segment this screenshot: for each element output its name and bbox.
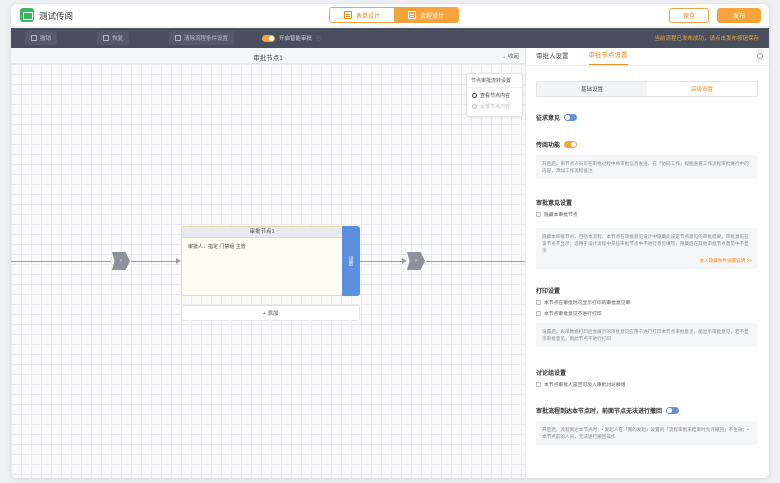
reset-flow-button[interactable]: 清除流程条件设置 [169, 31, 235, 45]
arrow-icon: → [500, 54, 508, 60]
flow-line [131, 261, 176, 262]
tab-flow-design-label: 流程设计 [419, 13, 444, 20]
app-logo-icon [20, 8, 34, 22]
hide-node-checkbox[interactable] [536, 212, 541, 217]
tab-form-design-label: 表单设计 [355, 13, 380, 20]
opinion-desc-text: 隐藏本审批节点，包括本流程、本节点在审批意见设计中隐藏此设定节点意见的审批结果，… [542, 234, 749, 253]
withdraw-label: 审批流程到达本节点时，前面节点无法进行撤回 [536, 409, 663, 415]
toolbar: 撤销 恢复 清除流程条件设置 开启智能审批 ⓘ 当前流程已发布成功，请点击发布按… [11, 28, 769, 48]
top-header: 测试传阅 表单设计 流程设计 保存 发布 [11, 4, 769, 27]
node-title: 审批节点1 [182, 227, 342, 238]
subtab-basic[interactable]: 基础设置 [537, 82, 647, 96]
print-opinion-checkbox[interactable] [536, 300, 541, 305]
print-desc: 设置后，表单数据打印后会展示的审批意见应用于进行打印本节点审批意见，能显示审批意… [536, 323, 758, 347]
gear-icon[interactable] [757, 53, 763, 59]
menu-item-view[interactable]: 查看节点内容 [467, 88, 522, 99]
withdraw-desc: 开启后，流程到达本节点时：• 发起人在「我的发起」设置的「流程审批未结束时允许撤… [536, 421, 758, 445]
settings-icon [472, 104, 477, 109]
opinion-label: 审批意见设置 [536, 201, 573, 207]
discussion-label: 讨论组设置 [536, 371, 567, 377]
circulate-desc: 开启后，审节点人员可在审批过程中将审批信息发送，在「协同工作」视图查看工作流程审… [536, 155, 758, 179]
redo-icon [103, 35, 110, 41]
tab-node-settings[interactable]: 审批节点设置 [588, 49, 628, 65]
flow-icon [407, 11, 416, 19]
section-consult: 征求意见 [536, 113, 758, 122]
arrow-head-icon [402, 258, 407, 264]
add-node-button[interactable]: + 添加 [181, 305, 360, 321]
circulate-label: 传阅功能 [536, 143, 561, 149]
node-menu-header: 节点审批流转设置 [467, 74, 522, 88]
no-print-checkbox[interactable] [536, 311, 541, 316]
opinion-desc: 隐藏本审批节点，包括本流程、本节点在审批意见设计中隐藏此设定节点意见的审批结果，… [536, 228, 758, 269]
help-icon: ⓘ [316, 36, 322, 42]
circulate-toggle[interactable] [564, 141, 578, 148]
section-print: 打印设置 本节点在审批时可显示打印的审批意见审 本节点审批意见不进行打印 设置后… [536, 286, 758, 347]
hide-node-label: 隐藏本审批节点 [544, 213, 578, 218]
consult-toggle[interactable] [564, 114, 578, 121]
design-mode-switch: 表单设计 流程设计 [329, 7, 459, 23]
flow-line [11, 261, 111, 262]
form-icon [343, 11, 352, 19]
collapse-label: 收起 [507, 54, 519, 60]
panel-subtabs: 基础设置 高级设置 [536, 81, 758, 97]
subtab-advanced[interactable]: 高级设置 [647, 82, 757, 96]
menu-item-set-label: 设置节点内容 [480, 104, 511, 110]
save-button[interactable]: 保存 [669, 8, 709, 23]
tab-form-design[interactable]: 表单设计 [330, 8, 394, 22]
reset-icon [175, 35, 182, 41]
hide-setting-link[interactable]: 进入隐藏条件设置说明 >> [542, 257, 752, 264]
app-title: 测试传阅 [39, 11, 74, 21]
no-print-label: 本节点审批意见不进行打印 [544, 312, 602, 317]
consult-label: 征求意见 [536, 116, 561, 122]
section-withdraw: 审批流程到达本节点时，前面节点无法进行撤回 开启后，流程到达本节点时：• 发起人… [536, 406, 758, 445]
undo-icon [31, 35, 37, 41]
discussion-check-label: 本节点审批人是否可加入审批讨论群组 [544, 383, 626, 388]
undo-label: 撤销 [40, 36, 52, 42]
withdraw-toggle[interactable] [666, 407, 680, 414]
tab-flow-design[interactable]: 流程设计 [394, 8, 458, 22]
section-discussion: 讨论组设置 本节点审批人是否可加入审批讨论群组 [536, 368, 758, 388]
collapse-button[interactable]: → 收起 [501, 52, 519, 60]
discussion-checkbox[interactable] [536, 382, 541, 387]
panel-tabs: 审批人设置 审批节点设置 [526, 48, 769, 66]
flow-line [426, 261, 525, 262]
undo-button[interactable]: 撤销 [25, 31, 58, 45]
section-opinion: 审批意见设置 隐藏本审批节点 隐藏本审批节点，包括本流程、本节点在审批意见设计中… [536, 198, 758, 269]
node-approver: 审批人：指定 门禁组 主管 [188, 244, 246, 250]
menu-item-set[interactable]: 设置节点内容 [467, 99, 522, 110]
smart-approval-toggle-wrap: 开启智能审批 ⓘ [262, 34, 322, 42]
section-circulate: 传阅功能 开启后，审节点人员可在审批过程中将审批信息发送，在「协同工作」视图查看… [536, 140, 758, 179]
smart-approval-toggle[interactable] [262, 34, 276, 42]
view-icon [472, 93, 477, 98]
smart-approval-label: 开启智能审批 [279, 36, 313, 42]
approval-node-card[interactable]: 审批节点1 审批人：指定 门禁组 主管 [181, 226, 343, 296]
redo-button[interactable]: 恢复 [97, 31, 130, 45]
app-window: 测试传阅 表单设计 流程设计 保存 发布 撤销 恢复 清除流程条件设置 开启智能… [11, 4, 769, 478]
redo-label: 恢复 [112, 36, 124, 42]
canvas-header: 审批节点1 → 收起 [11, 48, 525, 64]
settings-panel: 审批人设置 审批节点设置 基础设置 高级设置 征求意见 传阅功能 开启后，审节点… [525, 48, 769, 478]
node-settings-tab[interactable]: 设置 [342, 226, 360, 296]
canvas-title: 审批节点1 [253, 55, 283, 62]
flow-line [360, 261, 405, 262]
menu-item-view-label: 查看节点内容 [480, 93, 511, 99]
node-menu: 节点审批流转设置 查看节点内容 设置节点内容 [466, 73, 523, 117]
publish-warning: 当前流程已发布成功，请点击发布按钮保存 [654, 36, 759, 42]
reset-label: 清除流程条件设置 [184, 36, 229, 42]
tab-approver-settings[interactable]: 审批人设置 [536, 50, 569, 65]
publish-button[interactable]: 发布 [717, 8, 761, 23]
print-opinion-label: 本节点在审批时可显示打印的审批意见审 [544, 301, 631, 306]
print-label: 打印设置 [536, 289, 561, 295]
